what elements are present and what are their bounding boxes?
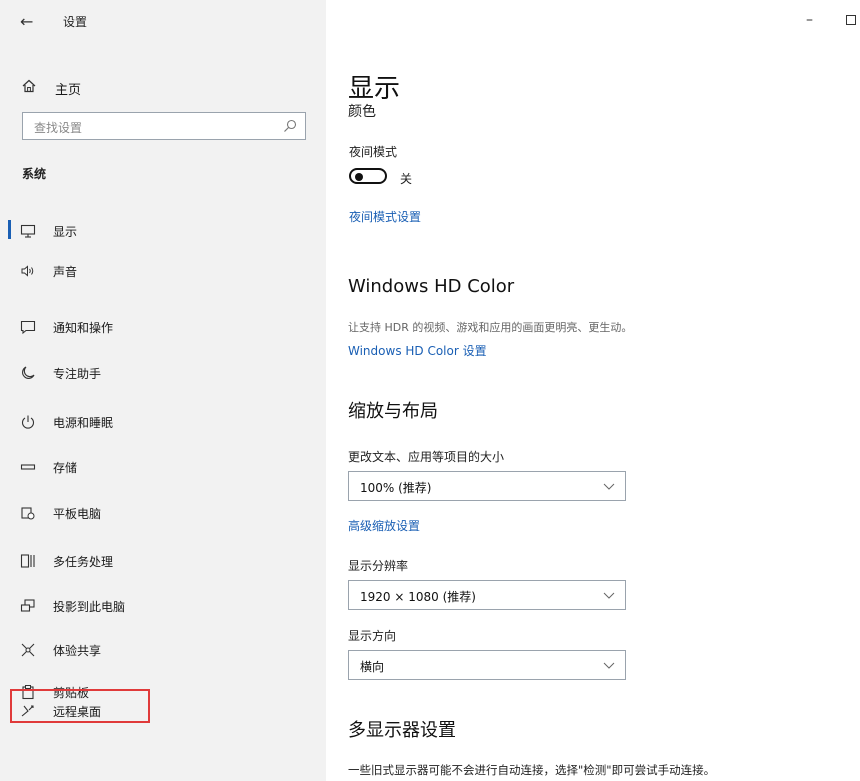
night-light-state: 关 [400, 172, 413, 186]
page-title: 显示 [348, 74, 401, 104]
hdr-description: 让支持 HDR 的视频、游戏和应用的画面更明亮、更生动。 [348, 321, 633, 334]
remote-desktop-highlight [10, 689, 150, 723]
moon-icon [22, 366, 35, 379]
sidebar-item-display[interactable]: 显示 [0, 209, 326, 253]
night-light-toggle[interactable] [349, 168, 387, 184]
search-input[interactable]: 查找设置 [22, 112, 306, 140]
sidebar-item-shared-experiences[interactable]: 体验共享 [0, 628, 326, 672]
sidebar-item-focus-assist[interactable]: 专注助手 [0, 351, 326, 395]
active-indicator [8, 220, 11, 239]
share-experience-icon [21, 643, 35, 657]
orientation-label: 显示方向 [348, 629, 397, 643]
storage-icon [20, 464, 36, 470]
sidebar-item-label: 存储 [53, 461, 78, 475]
scale-value: 100% (推荐) [360, 481, 432, 495]
sidebar-item-project[interactable]: 投影到此电脑 [0, 584, 326, 628]
orientation-value: 横向 [360, 660, 385, 674]
sidebar-item-sound[interactable]: 声音 [0, 249, 326, 293]
tablet-icon [21, 507, 35, 520]
project-icon [20, 599, 35, 612]
sidebar-item-power[interactable]: 电源和睡眠 [0, 400, 326, 444]
sidebar-item-tablet[interactable]: 平板电脑 [0, 491, 326, 535]
hdr-title: Windows HD Color [348, 276, 515, 297]
resolution-dropdown[interactable]: 1920 × 1080 (推荐) [348, 580, 626, 610]
scale-layout-title: 缩放与布局 [348, 401, 438, 422]
notification-icon [20, 320, 36, 335]
back-arrow-icon[interactable]: ← [20, 12, 33, 31]
night-light-settings-link[interactable]: 夜间模式设置 [349, 208, 421, 225]
chevron-down-icon [603, 592, 615, 599]
minimize-button[interactable]: – [806, 12, 813, 28]
home-link[interactable]: 主页 [55, 79, 81, 98]
page-subtitle: 颜色 [348, 104, 376, 120]
sidebar-item-label: 体验共享 [53, 644, 102, 658]
chevron-down-icon [603, 662, 615, 669]
sidebar-item-label: 平板电脑 [53, 507, 102, 521]
sidebar-item-label: 专注助手 [53, 367, 102, 381]
resolution-value: 1920 × 1080 (推荐) [360, 590, 476, 604]
resolution-label: 显示分辨率 [348, 559, 409, 573]
multi-display-description: 一些旧式显示器可能不会进行自动连接，选择"检测"即可尝试手动连接。 [348, 763, 716, 777]
window-title: 设置 [63, 15, 88, 29]
advanced-scaling-link[interactable]: 高级缩放设置 [348, 517, 420, 534]
sidebar-item-label: 显示 [53, 225, 78, 239]
scale-dropdown[interactable]: 100% (推荐) [348, 471, 626, 501]
sidebar-item-label: 声音 [53, 265, 78, 279]
sidebar-item-notifications[interactable]: 通知和操作 [0, 305, 326, 349]
sidebar-item-label: 通知和操作 [53, 321, 114, 335]
section-header: 系统 [22, 167, 47, 181]
toggle-knob [355, 173, 363, 181]
sidebar-item-label: 投影到此电脑 [53, 600, 126, 614]
power-icon [21, 415, 35, 429]
speaker-icon [21, 265, 34, 277]
orientation-dropdown[interactable]: 横向 [348, 650, 626, 680]
night-light-label: 夜间模式 [349, 145, 398, 159]
sidebar-item-label: 电源和睡眠 [53, 416, 114, 430]
sidebar-item-storage[interactable]: 存储 [0, 445, 326, 489]
search-placeholder: 查找设置 [34, 121, 83, 135]
search-icon[interactable] [283, 119, 297, 133]
sidebar-item-label: 多任务处理 [53, 555, 114, 569]
monitor-icon [20, 224, 36, 238]
chevron-down-icon [603, 483, 615, 490]
home-icon [22, 79, 36, 93]
maximize-button[interactable] [846, 15, 856, 25]
hdr-settings-link[interactable]: Windows HD Color 设置 [348, 342, 487, 359]
scale-label: 更改文本、应用等项目的大小 [348, 450, 505, 464]
multitask-icon [20, 554, 35, 568]
sidebar-item-multitasking[interactable]: 多任务处理 [0, 539, 326, 583]
multi-display-title: 多显示器设置 [348, 720, 456, 741]
sidebar: ← 设置 主页 查找设置 系统 显示 声音 通知和操作 专注助手 电源和睡眠 存… [0, 0, 326, 781]
